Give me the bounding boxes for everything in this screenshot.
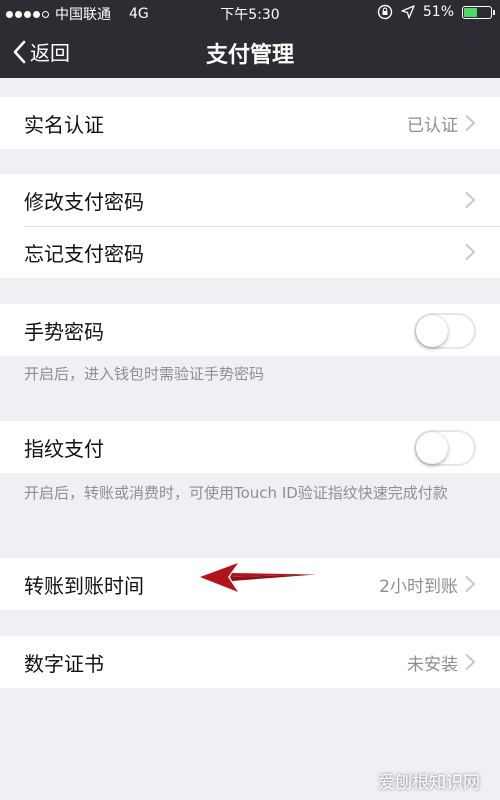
toggle-knob — [416, 432, 448, 464]
fingerprint-label: 指纹支付 — [24, 436, 104, 461]
gesture-toggle[interactable] — [414, 313, 476, 349]
location-icon — [401, 5, 415, 19]
top-bar: 中国联通 4G 下午5:30 51% 返回 支付管理 — [0, 0, 500, 78]
certificate-label: 数字证书 — [24, 651, 104, 676]
battery-icon — [462, 5, 495, 19]
nav-bar: 返回 支付管理 — [0, 26, 500, 78]
toggle-knob — [416, 315, 448, 347]
chevron-right-icon — [465, 575, 476, 593]
status-right: 51% — [377, 4, 495, 20]
gesture-group: 手势密码 — [0, 304, 500, 356]
transfer-time-value: 2小时到账 — [379, 576, 458, 597]
page-title: 支付管理 — [205, 43, 294, 68]
change-password-row[interactable]: 修改支付密码 — [0, 174, 500, 226]
annotation-arrow-icon — [200, 563, 316, 592]
watermark: 爱刨根知识网 — [378, 773, 480, 793]
fingerprint-toggle[interactable] — [414, 430, 476, 466]
battery-percent: 51% — [422, 4, 454, 20]
realname-row[interactable]: 实名认证 已认证 — [0, 97, 500, 149]
chevron-right-icon — [465, 114, 476, 132]
forgot-password-row[interactable]: 忘记支付密码 — [0, 226, 500, 278]
transfer-time-label: 转账到账时间 — [24, 573, 144, 598]
fingerprint-row: 指纹支付 — [0, 421, 500, 473]
change-password-label: 修改支付密码 — [24, 189, 144, 214]
realname-group: 实名认证 已认证 — [0, 97, 500, 149]
certificate-row[interactable]: 数字证书 未安装 — [0, 636, 500, 688]
gesture-row: 手势密码 — [0, 304, 500, 356]
realname-label: 实名认证 — [24, 112, 104, 137]
chevron-right-icon — [465, 191, 476, 209]
password-group: 修改支付密码 忘记支付密码 — [0, 174, 500, 278]
fingerprint-group: 指纹支付 — [0, 421, 500, 473]
certificate-group: 数字证书 未安装 — [0, 636, 500, 688]
rotation-lock-icon — [377, 4, 393, 20]
certificate-status: 未安装 — [407, 654, 458, 675]
gesture-note: 开启后，进入钱包时需验证手势密码 — [24, 365, 265, 383]
status-bar: 中国联通 4G 下午5:30 51% — [0, 0, 500, 26]
chevron-right-icon — [465, 243, 476, 261]
realname-status: 已认证 — [407, 115, 458, 136]
chevron-right-icon — [465, 653, 476, 671]
fingerprint-note: 开启后，转账或消费时，可使用Touch ID验证指纹快速完成付款 — [24, 484, 448, 502]
forgot-password-label: 忘记支付密码 — [24, 241, 144, 266]
gesture-label: 手势密码 — [24, 319, 104, 344]
